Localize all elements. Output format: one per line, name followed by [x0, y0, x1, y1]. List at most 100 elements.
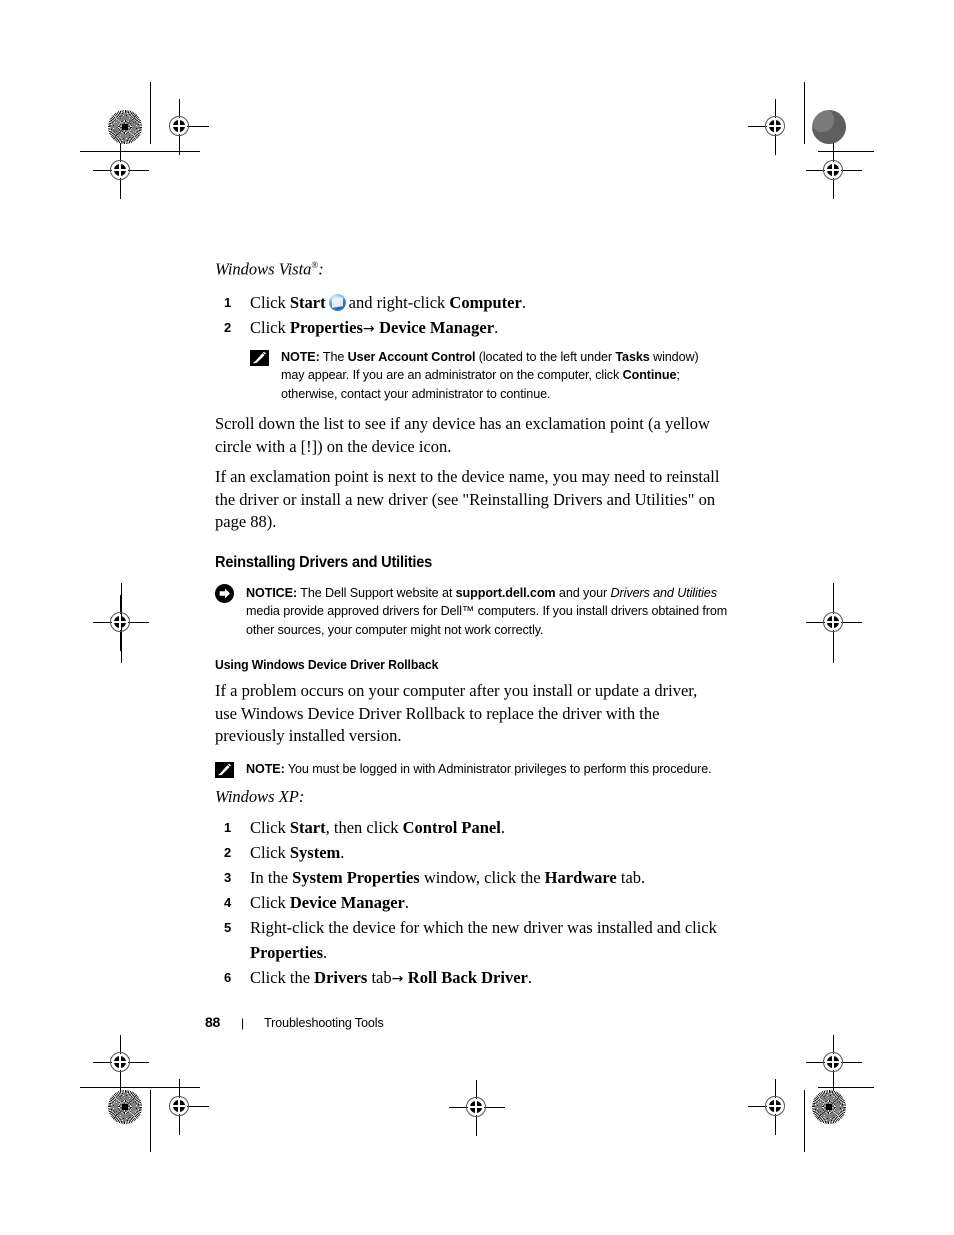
note-vista-wrapper: NOTE: The User Account Control (located …: [250, 348, 720, 404]
text-run: The: [319, 349, 348, 364]
text-run: Click: [250, 292, 290, 312]
emphasis-bold: Roll Back Driver: [407, 968, 528, 987]
step-text: Click System.: [250, 843, 344, 862]
emphasis-bold: Properties: [250, 943, 324, 962]
solid-density-dot-top-right: [812, 110, 846, 144]
subsection-heading-device-driver-rollback: Using Windows Device Driver Rollback: [215, 657, 439, 672]
step-text: Click Start and right-click Computer.: [250, 293, 526, 312]
halftone-density-dot-bottom-right: [812, 1090, 846, 1124]
trim-line-right-bottom-horizontal: [818, 1087, 874, 1088]
note-admin-callout: NOTE: You must be logged in with Adminis…: [215, 760, 715, 779]
footer-chapter-title: Troubleshooting Tools: [264, 1016, 384, 1030]
emphasis-bold: System: [289, 843, 341, 862]
registration-target-bottom-center: [449, 1080, 505, 1136]
emphasis-bold: Control Panel: [402, 818, 501, 837]
emphasis-bold: Hardware: [544, 868, 617, 887]
notice-callout: NOTICE: The Dell Support website at supp…: [215, 583, 741, 640]
step-number: 6: [224, 970, 232, 985]
xp-step: 5 Right-click the device for which the ne…: [215, 915, 720, 965]
emphasis-bold: Device Manager: [379, 317, 495, 337]
text-run: media provide approved drivers for Dell™…: [246, 604, 728, 637]
paragraph-rollback-intro: If a problem occurs on your computer aft…: [215, 681, 698, 745]
text-run: tab: [367, 968, 392, 987]
trim-line-bottom-left-vertical: [150, 1090, 151, 1152]
emphasis-bold: Drivers: [314, 968, 368, 987]
trim-line-bottom-right-vertical: [804, 1090, 805, 1152]
text-run: .: [404, 893, 409, 912]
pencil-note-icon: [250, 349, 269, 366]
halftone-density-dot-bottom-left: [108, 1090, 142, 1124]
text-run: .: [521, 292, 526, 312]
text-run: Click: [250, 818, 290, 837]
text-run: The Dell Support website at: [297, 585, 456, 600]
vista-heading: Windows Vista®:: [215, 254, 720, 281]
page-content: Windows Vista®: 1 Click Start and right-cl…: [215, 254, 727, 992]
registration-target-left-upper: [93, 143, 149, 199]
step-text: Click the Drivers tab→ Roll Back Driver.: [250, 968, 532, 987]
paragraph-scroll-down: Scroll down the list to see if any devic…: [215, 414, 710, 456]
windows-start-orb-icon: [328, 293, 346, 311]
text-run: Click the: [250, 968, 315, 987]
text-run: window, click the: [419, 868, 545, 887]
footer-separator: |: [240, 1016, 245, 1030]
emphasis-bold: Properties: [289, 317, 363, 337]
paragraph-exclamation: If an exclamation point is next to the d…: [215, 467, 720, 531]
step-text: Click Device Manager.: [250, 893, 409, 912]
text-run: .: [340, 843, 345, 862]
emphasis-bold: User Account Control: [347, 349, 476, 364]
text-run: Click: [250, 893, 290, 912]
registration-target-top-left: [152, 99, 209, 155]
registration-target-left-middle: [93, 595, 149, 651]
xp-step: 1 Click Start, then click Control Panel.: [215, 815, 720, 840]
step-number: 4: [224, 895, 232, 910]
text-run: .: [500, 818, 505, 837]
vista-steps-list: 1 Click Start and right-click Computer. 2 Cl…: [215, 290, 720, 342]
xp-step: 4 Click Device Manager.: [215, 890, 720, 915]
note-admin-body: You must be logged in with Administrator…: [285, 762, 712, 776]
step-text: In the System Properties window, click t…: [250, 868, 645, 887]
step-text: Click Properties→ Device Manager.: [250, 318, 498, 337]
emphasis-bold: Tasks: [615, 349, 650, 364]
step-number: 2: [224, 845, 232, 860]
xp-steps-list: 1 Click Start, then click Control Panel. 2…: [215, 815, 720, 992]
registration-target-right-lower: [806, 1035, 862, 1091]
registration-target-bottom-left: [152, 1079, 209, 1135]
text-run: Click: [250, 843, 290, 862]
registration-target-right-middle: [806, 595, 862, 651]
menu-arrow-icon: →: [362, 320, 380, 337]
step-number: 1: [224, 820, 232, 835]
text-run: In the: [250, 868, 293, 887]
vista-heading-colon: :: [318, 259, 324, 279]
step-number: 3: [224, 870, 232, 885]
menu-arrow-icon: →: [391, 971, 408, 987]
step-number: 5: [224, 920, 232, 935]
emphasis-bold: support.dell.com: [455, 585, 556, 600]
note-admin-wrapper: NOTE: You must be logged in with Adminis…: [215, 760, 715, 779]
text-run: Right-click the device for which the new…: [250, 918, 717, 937]
notice-body: The Dell Support website at support.dell…: [246, 586, 727, 637]
text-run: You must be logged in with Administrator…: [284, 761, 712, 776]
xp-step: 3 In the System Properties window, click …: [215, 865, 720, 890]
registration-target-bottom-right: [748, 1079, 804, 1135]
text-run: Click: [250, 317, 290, 337]
trim-line-top-left-vertical: [150, 82, 151, 144]
note-vista-callout: NOTE: The User Account Control (located …: [250, 348, 720, 404]
note-admin-label: NOTE:: [246, 761, 285, 776]
emphasis-bold: Start: [289, 818, 326, 837]
text-run: and your: [555, 585, 611, 600]
trim-line-top-right-vertical: [804, 82, 805, 144]
text-run: .: [527, 968, 532, 987]
emphasis-bold: System Properties: [292, 868, 420, 887]
text-run: (located to the left under: [475, 349, 616, 364]
vista-heading-text: Windows Vista: [215, 259, 312, 279]
step-text: Right-click the device for which the new…: [250, 918, 717, 962]
section-heading-reinstalling-drivers: Reinstalling Drivers and Utilities: [215, 553, 433, 571]
document-page: Windows Vista®: 1 Click Start and right-cl…: [0, 0, 954, 1235]
halftone-density-dot-top-left: [108, 110, 142, 144]
step-text: Click Start, then click Control Panel.: [250, 818, 505, 837]
xp-step: 2 Click System.: [215, 840, 720, 865]
registration-target-right-upper: [806, 143, 862, 199]
footer-page-number: 88: [205, 1014, 220, 1030]
emphasis-bold: Start: [289, 292, 326, 312]
emphasis-italic: Drivers and Utilities: [610, 585, 717, 600]
